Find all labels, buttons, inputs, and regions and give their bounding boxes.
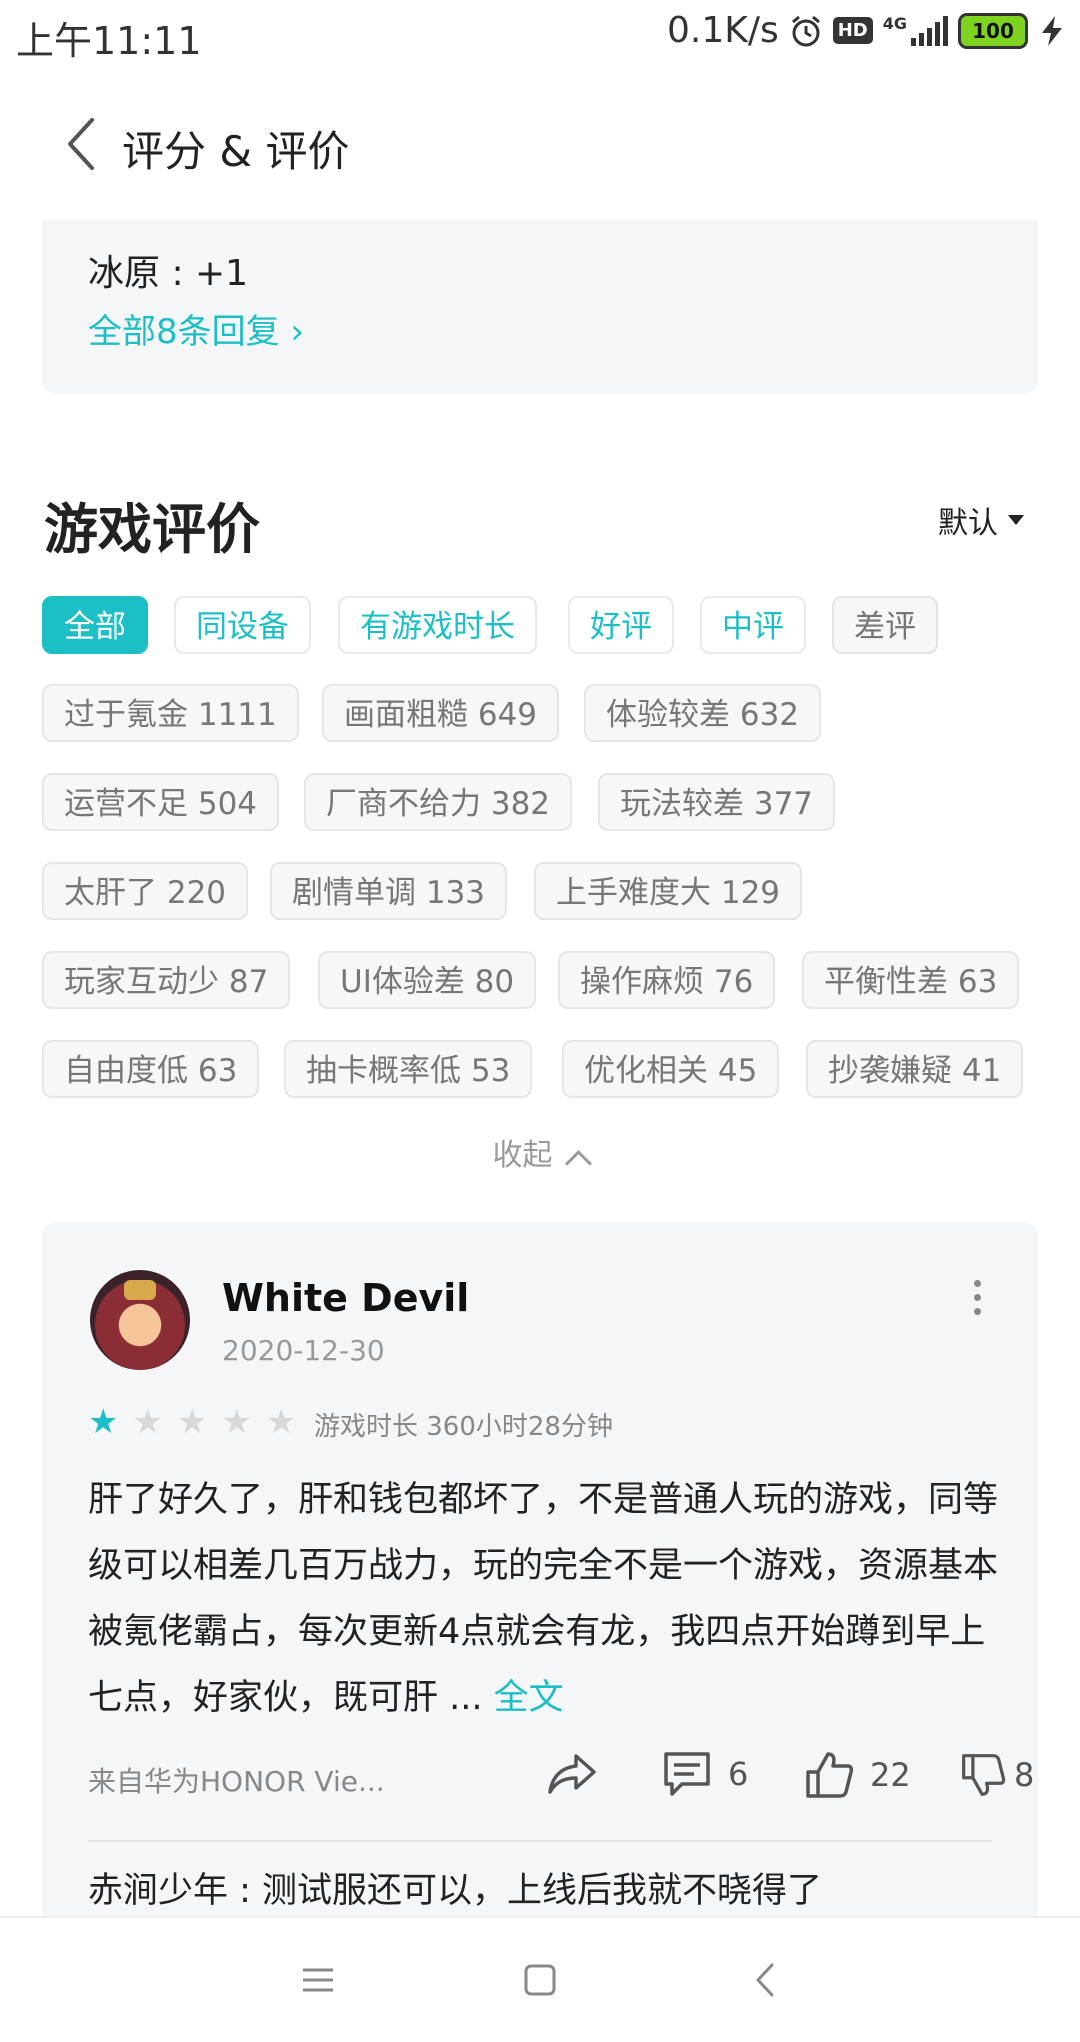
- tag-chip[interactable]: 平衡性差 63: [802, 951, 1020, 1009]
- battery-icon: 100: [958, 12, 1028, 49]
- tag-chip[interactable]: 抽卡概率低 53: [284, 1040, 533, 1098]
- star-icon: ★: [176, 1402, 208, 1442]
- review-card: White Devil 2020-12-30 ★ ★ ★ ★ ★ 游戏时长 36…: [42, 1222, 1038, 1982]
- tag-chip[interactable]: 过于氪金 1111: [42, 684, 299, 742]
- filter-same-device[interactable]: 同设备: [174, 596, 311, 654]
- review-date: 2020-12-30: [222, 1334, 385, 1367]
- sort-dropdown[interactable]: 默认: [938, 498, 1024, 542]
- page-title: 评分 & 评价: [122, 127, 350, 176]
- review-actions: 来自华为HONOR Vie... 6 22 8: [88, 1750, 1034, 1810]
- back-arrow-icon[interactable]: [58, 114, 106, 174]
- alarm-icon: [791, 15, 820, 46]
- system-nav-bar: [0, 1916, 1080, 2042]
- star-icon: ★: [265, 1402, 297, 1442]
- filter-neutral[interactable]: 中评: [700, 596, 806, 654]
- dislike-button[interactable]: 8: [960, 1750, 1034, 1800]
- section-title: 游戏评价: [44, 498, 260, 561]
- star-icon: ★: [88, 1402, 119, 1442]
- filter-positive[interactable]: 好评: [568, 596, 674, 654]
- filter-has-playtime[interactable]: 有游戏时长: [338, 596, 537, 654]
- back-icon[interactable]: [748, 1962, 784, 1998]
- status-time: 上午11:11: [16, 19, 202, 63]
- tag-chip[interactable]: 操作麻烦 76: [558, 951, 776, 1009]
- device-source: 来自华为HONOR Vie...: [88, 1765, 385, 1798]
- divider: [88, 1840, 992, 1842]
- all-replies-link[interactable]: 全部8条回复 ›: [88, 304, 304, 353]
- collapse-toggle[interactable]: 收起: [0, 1130, 1080, 1177]
- review-content[interactable]: 肝了好久了，肝和钱包都坏了，不是普通人玩的游戏，同等级可以相差几百万战力，玩的完…: [88, 1467, 1008, 1731]
- filter-negative[interactable]: 差评: [832, 596, 938, 654]
- comment-button[interactable]: 6: [662, 1750, 748, 1798]
- tag-chip[interactable]: 厂商不给力 382: [304, 773, 573, 831]
- tag-chip[interactable]: 画面粗糙 649: [322, 684, 560, 742]
- home-icon[interactable]: [522, 1962, 558, 1998]
- collapse-label: 收起: [492, 1138, 553, 1173]
- charging-icon: [1042, 15, 1062, 46]
- net-speed: 0.1K/s: [666, 10, 779, 51]
- star-icon: ★: [221, 1402, 252, 1442]
- top-bar: 评分 & 评价: [0, 100, 1080, 190]
- tag-chip[interactable]: 上手难度大 129: [534, 862, 803, 920]
- network-type: 4G: [882, 13, 907, 33]
- avatar[interactable]: [90, 1270, 190, 1370]
- chevron-up-icon: [564, 1150, 592, 1177]
- dislike-count: 8: [1014, 1756, 1035, 1794]
- tag-chip[interactable]: 体验较差 632: [584, 684, 822, 742]
- thumbs-up-icon: [806, 1752, 854, 1798]
- share-button[interactable]: [546, 1750, 598, 1798]
- hd-icon: HD: [832, 17, 873, 44]
- like-count: 22: [870, 1756, 911, 1794]
- star-icon: ★: [132, 1402, 163, 1442]
- thumbs-down-icon: [962, 1754, 1006, 1796]
- tag-chip[interactable]: 剧情单调 133: [270, 862, 508, 920]
- tag-chip[interactable]: UI体验差 80: [318, 951, 537, 1009]
- comment-count: 6: [728, 1755, 749, 1793]
- previous-review-replies: 冰原 : +1 全部8条回复 ›: [42, 220, 1038, 394]
- comment-icon: [664, 1752, 710, 1796]
- sort-label: 默认: [938, 506, 998, 541]
- full-text-link[interactable]: 全文: [494, 1678, 564, 1718]
- reply-preview: 冰原 : +1: [88, 253, 249, 294]
- battery-level: 100: [972, 18, 1014, 43]
- more-options-icon[interactable]: [974, 1280, 982, 1322]
- tag-chip[interactable]: 抄袭嫌疑 41: [806, 1040, 1024, 1098]
- tag-chip[interactable]: 玩法较差 377: [598, 773, 836, 831]
- tag-chip[interactable]: 自由度低 63: [42, 1040, 260, 1098]
- star-rating: ★ ★ ★ ★ ★: [88, 1402, 296, 1442]
- share-icon: [548, 1754, 596, 1794]
- status-bar: 上午11:11 0.1K/s HD 4G 100: [0, 0, 1080, 66]
- signal-icon: 4G: [882, 13, 948, 46]
- tag-chip[interactable]: 运营不足 504: [42, 773, 280, 831]
- playtime: 游戏时长 360小时28分钟: [314, 1412, 613, 1442]
- like-button[interactable]: 22: [804, 1750, 911, 1800]
- tag-chip[interactable]: 优化相关 45: [562, 1040, 780, 1098]
- dropdown-triangle-icon: [1008, 515, 1024, 525]
- reply-preview[interactable]: 赤涧少年 : 测试服还可以，上线后我就不晓得了: [88, 1862, 822, 1913]
- tag-chip[interactable]: 太肝了 220: [42, 862, 249, 920]
- status-icons: 0.1K/s HD 4G 100: [667, 10, 1066, 51]
- menu-icon[interactable]: [300, 1962, 336, 1998]
- review-username[interactable]: White Devil: [222, 1276, 469, 1320]
- filter-all[interactable]: 全部: [42, 596, 148, 654]
- tag-chip[interactable]: 玩家互动少 87: [42, 951, 291, 1009]
